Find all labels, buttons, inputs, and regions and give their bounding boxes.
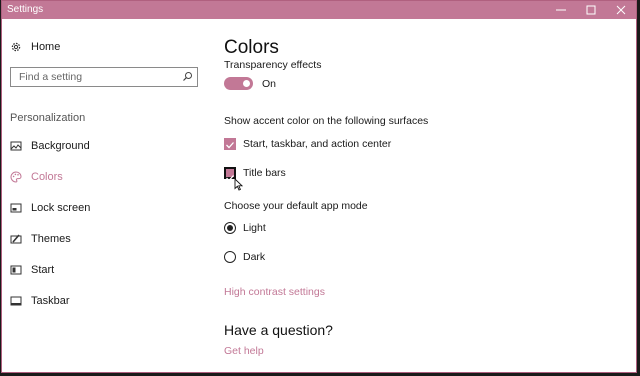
minimize-button[interactable]: [546, 1, 576, 19]
start-taskbar-label: Start, taskbar, and action center: [243, 138, 392, 150]
close-button[interactable]: [606, 1, 636, 19]
transparency-toggle[interactable]: [224, 77, 253, 90]
light-mode-label: Light: [243, 222, 266, 234]
app-mode-heading: Choose your default app mode: [224, 200, 368, 212]
sidebar-item-taskbar[interactable]: Taskbar: [10, 291, 70, 311]
start-taskbar-checkbox[interactable]: [224, 138, 236, 150]
title-bars-label: Title bars: [243, 167, 286, 179]
sidebar-item-colors[interactable]: Colors: [10, 167, 63, 187]
minimize-icon: [556, 9, 566, 11]
picture-icon: [10, 140, 22, 152]
sidebar-item-home[interactable]: Home: [10, 37, 60, 57]
accent-surfaces-heading: Show accent color on the following surfa…: [224, 115, 429, 127]
sidebar-item-themes[interactable]: Themes: [10, 229, 71, 249]
dark-mode-label: Dark: [243, 251, 266, 263]
radio-dot: [227, 225, 233, 231]
sidebar-item-label: Lock screen: [31, 202, 91, 214]
window-title: Settings: [7, 4, 44, 15]
get-help-link[interactable]: Get help: [224, 345, 264, 357]
search-input[interactable]: [11, 68, 184, 86]
transparency-state: On: [262, 78, 277, 90]
sidebar-item-label: Background: [31, 140, 90, 152]
transparency-label: Transparency effects: [224, 59, 322, 71]
palette-icon: [10, 171, 22, 183]
search-icon[interactable]: [182, 71, 193, 82]
gear-icon: [10, 41, 22, 53]
lock-screen-icon: [10, 202, 22, 214]
section-label: Personalization: [10, 112, 86, 124]
maximize-button[interactable]: [576, 1, 606, 19]
sidebar-item-label: Colors: [31, 171, 63, 183]
settings-window: Settings Home Personalization Backgrou: [1, 0, 637, 373]
light-mode-radio[interactable]: [224, 222, 236, 234]
sidebar-item-label: Taskbar: [31, 295, 70, 307]
question-heading: Have a question?: [224, 322, 333, 338]
brush-icon: [10, 233, 22, 245]
title-bar: Settings: [2, 1, 636, 19]
sidebar-item-label: Home: [31, 41, 61, 53]
sidebar-item-lock-screen[interactable]: Lock screen: [10, 198, 90, 218]
checkmark-icon: [226, 175, 234, 182]
search-box[interactable]: [10, 67, 198, 87]
high-contrast-link[interactable]: High contrast settings: [224, 286, 325, 298]
mouse-pointer-icon: [234, 178, 243, 191]
checkmark-icon: [226, 142, 234, 149]
toggle-knob: [243, 80, 250, 87]
start-menu-icon: [10, 264, 22, 276]
main-content: Colors Transparency effects On Show acce…: [207, 19, 636, 372]
sidebar-item-label: Themes: [31, 233, 71, 245]
sidebar-item-label: Start: [31, 264, 55, 276]
sidebar-item-background[interactable]: Background: [10, 136, 90, 156]
sidebar-item-start[interactable]: Start: [10, 260, 54, 280]
maximize-icon: [586, 5, 596, 15]
dark-mode-radio[interactable]: [224, 251, 236, 263]
sidebar: Home Personalization Background Colors L…: [2, 19, 207, 372]
close-icon: [616, 5, 626, 15]
taskbar-icon: [10, 295, 22, 307]
page-title: Colors: [224, 37, 279, 58]
